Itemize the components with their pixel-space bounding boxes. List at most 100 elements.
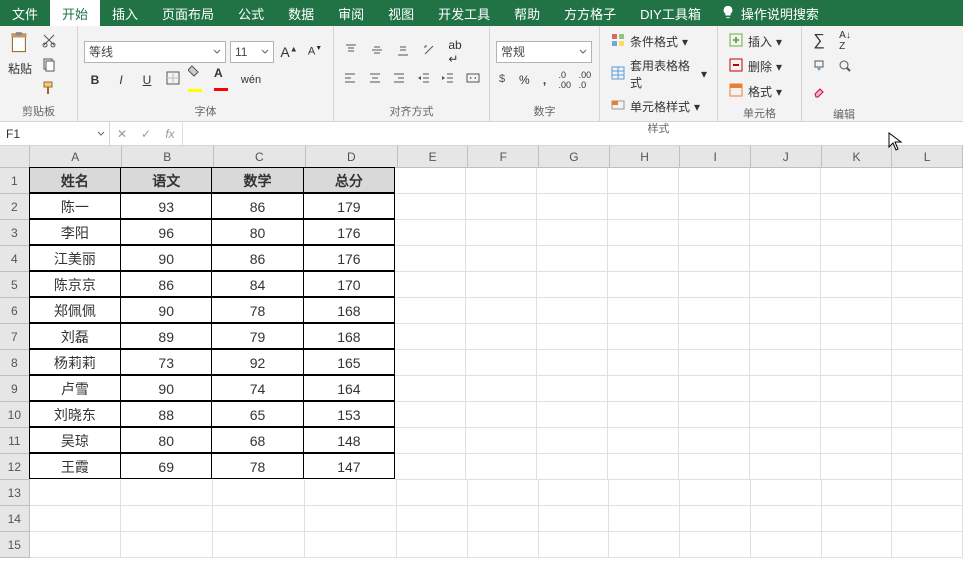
cell[interactable] xyxy=(608,376,679,402)
column-header[interactable]: H xyxy=(610,146,681,168)
paste-button[interactable]: 粘贴 xyxy=(6,30,34,101)
cell[interactable] xyxy=(537,428,608,454)
accounting-button[interactable]: $ xyxy=(496,69,512,91)
borders-button[interactable] xyxy=(162,69,184,91)
select-all-corner[interactable] xyxy=(0,146,30,168)
cell[interactable] xyxy=(821,220,892,246)
cell[interactable]: 73 xyxy=(120,349,212,375)
cell[interactable] xyxy=(608,454,679,480)
cell[interactable] xyxy=(213,532,305,558)
cell[interactable] xyxy=(395,350,466,376)
tell-me-search[interactable]: 操作说明搜索 xyxy=(721,4,819,23)
cell[interactable] xyxy=(608,220,679,246)
menu-page-layout[interactable]: 页面布局 xyxy=(150,0,226,26)
cell[interactable] xyxy=(679,194,750,220)
cell[interactable] xyxy=(679,324,750,350)
cell[interactable] xyxy=(30,506,122,532)
cell[interactable]: 90 xyxy=(120,297,212,323)
column-header[interactable]: B xyxy=(122,146,214,168)
cell[interactable]: 王霞 xyxy=(29,453,121,479)
cell[interactable]: 96 xyxy=(120,219,212,245)
percent-button[interactable]: % xyxy=(516,69,532,91)
cell[interactable] xyxy=(608,298,679,324)
column-header[interactable]: C xyxy=(214,146,306,168)
cell[interactable] xyxy=(539,480,610,506)
insert-function-button[interactable]: fx xyxy=(158,122,182,145)
row-header[interactable]: 12 xyxy=(0,454,30,480)
cell[interactable] xyxy=(305,506,397,532)
row-header[interactable]: 14 xyxy=(0,506,30,532)
cell[interactable] xyxy=(395,428,466,454)
cell[interactable] xyxy=(305,480,397,506)
cell[interactable] xyxy=(537,454,608,480)
cell[interactable] xyxy=(305,532,397,558)
row-header[interactable]: 10 xyxy=(0,402,30,428)
cell[interactable] xyxy=(397,480,468,506)
enter-formula-button[interactable]: ✓ xyxy=(134,122,158,145)
cell[interactable] xyxy=(395,454,466,480)
cell[interactable] xyxy=(750,350,821,376)
cell[interactable] xyxy=(892,532,963,558)
cell[interactable]: 88 xyxy=(120,401,212,427)
cell[interactable]: 79 xyxy=(211,323,303,349)
cell[interactable]: 153 xyxy=(303,401,395,427)
cell[interactable]: 84 xyxy=(211,271,303,297)
font-name-combo[interactable]: 等线 xyxy=(84,41,226,63)
cell[interactable] xyxy=(680,480,751,506)
row-header[interactable]: 15 xyxy=(0,532,30,558)
menu-dev[interactable]: 开发工具 xyxy=(426,0,502,26)
column-header[interactable]: G xyxy=(539,146,610,168)
cell[interactable]: 148 xyxy=(303,427,395,453)
cell[interactable] xyxy=(679,220,750,246)
cell[interactable] xyxy=(892,272,963,298)
increase-font-button[interactable]: A▲ xyxy=(278,41,300,63)
cell[interactable] xyxy=(892,506,963,532)
cell-styles-button[interactable]: 单元格样式 ▾ xyxy=(606,95,711,118)
cell[interactable] xyxy=(679,454,750,480)
cell[interactable]: 总分 xyxy=(303,167,395,193)
font-size-combo[interactable]: 11 xyxy=(230,41,274,63)
cell[interactable]: 90 xyxy=(120,375,212,401)
align-right-button[interactable] xyxy=(389,69,410,91)
find-select-button[interactable] xyxy=(834,56,856,78)
cell[interactable] xyxy=(892,194,963,220)
cell[interactable]: 89 xyxy=(120,323,212,349)
sort-filter-button[interactable]: A↓Z xyxy=(834,30,856,52)
cell[interactable] xyxy=(821,272,892,298)
align-center-button[interactable] xyxy=(365,69,386,91)
autosum-button[interactable]: ∑ xyxy=(808,30,830,52)
decrease-font-button[interactable]: A▼ xyxy=(304,41,326,63)
cell[interactable] xyxy=(892,428,963,454)
cell[interactable] xyxy=(539,532,610,558)
cell[interactable]: 李阳 xyxy=(29,219,121,245)
cell[interactable]: 80 xyxy=(120,427,212,453)
cell[interactable] xyxy=(751,480,822,506)
cell[interactable] xyxy=(679,376,750,402)
cell[interactable]: 86 xyxy=(120,271,212,297)
cell[interactable] xyxy=(892,324,963,350)
cell[interactable]: 74 xyxy=(211,375,303,401)
merge-button[interactable] xyxy=(463,69,484,91)
row-header[interactable]: 2 xyxy=(0,194,30,220)
menu-help[interactable]: 帮助 xyxy=(502,0,552,26)
cell[interactable] xyxy=(608,324,679,350)
cell[interactable] xyxy=(892,376,963,402)
cell[interactable]: 179 xyxy=(303,193,395,219)
format-painter-button[interactable] xyxy=(38,79,60,101)
menu-data[interactable]: 数据 xyxy=(276,0,326,26)
menu-home[interactable]: 开始 xyxy=(50,0,100,26)
cell[interactable] xyxy=(395,324,466,350)
column-header[interactable]: J xyxy=(751,146,822,168)
cell[interactable] xyxy=(466,454,537,480)
cell[interactable] xyxy=(466,220,537,246)
cell[interactable] xyxy=(750,376,821,402)
fill-button[interactable] xyxy=(808,56,830,78)
column-header[interactable]: A xyxy=(30,146,122,168)
cell[interactable]: 176 xyxy=(303,219,395,245)
cut-button[interactable] xyxy=(38,31,60,53)
phonetic-button[interactable]: wén xyxy=(240,69,262,91)
cell[interactable] xyxy=(537,350,608,376)
cell[interactable] xyxy=(750,220,821,246)
cell[interactable] xyxy=(892,246,963,272)
cell[interactable]: 78 xyxy=(211,297,303,323)
